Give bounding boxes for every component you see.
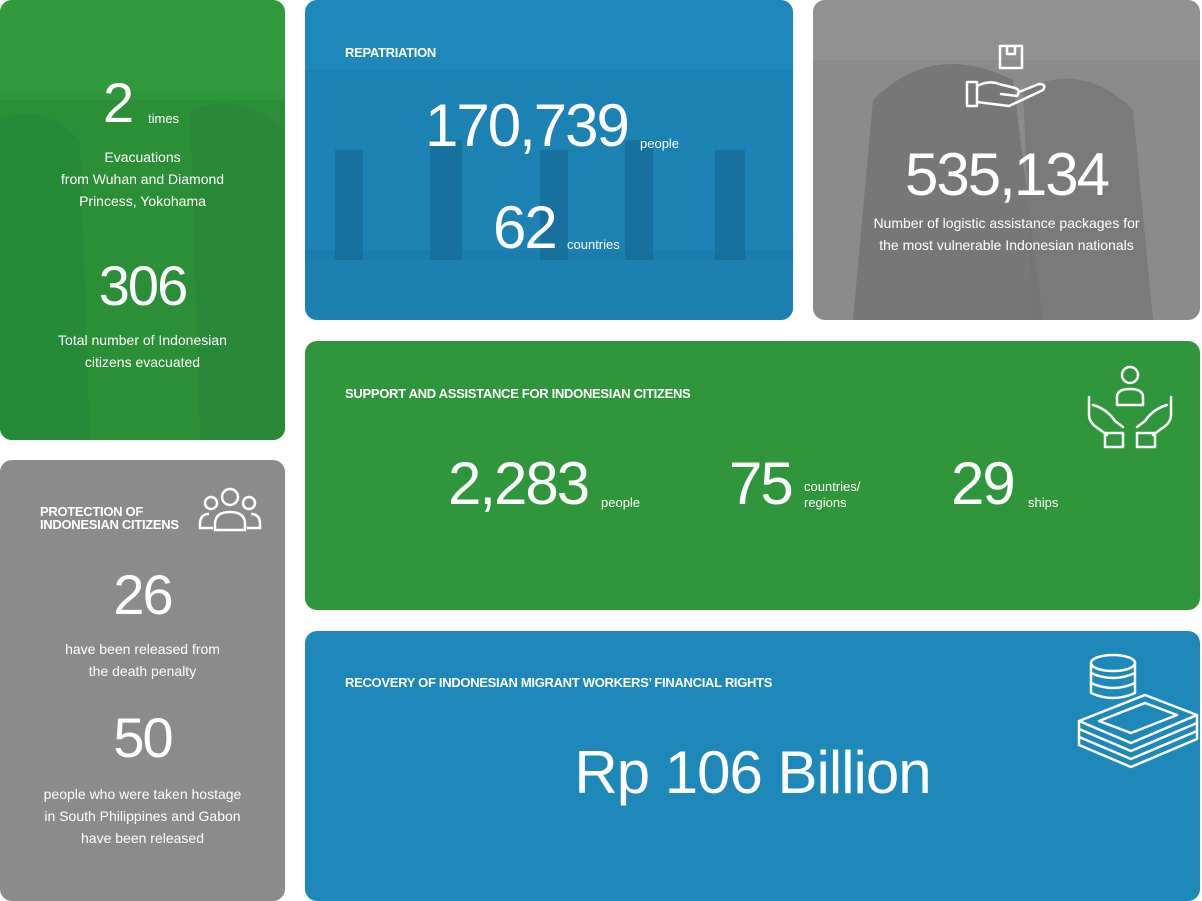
support-countries-unit: countries/ regions [804,479,861,510]
hands-care-person-icon [1087,365,1173,449]
support-countries: 75 [729,450,794,517]
evacuation-background-photo [0,0,285,440]
protection-title: PROTECTION OF INDONESIAN CITIZENS [40,504,179,532]
support-card: SUPPORT AND ASSISTANCE FOR INDONESIAN CI… [305,341,1200,610]
evacuation-desc: Evacuations from Wuhan and Diamond Princ… [60,149,225,209]
evacuation-count: 2 [103,71,134,134]
evacuation-count-unit: times [148,111,180,126]
logistics-card: 535,134 Number of logistic assistance pa… [813,0,1200,320]
financial-title: RECOVERY OF INDONESIAN MIGRANT WORKERS’ … [345,675,773,690]
repatriation-title: REPATRIATION [345,45,437,60]
repatriation-countries: 62 [493,194,558,261]
repatriation-card: REPATRIATION 170,739 people 62 countries [305,0,793,320]
support-people-unit: people [601,495,641,510]
support-ships-unit: ships [1028,495,1059,510]
financial-value: Rp 106 Billion [574,739,931,806]
protection-hostages: 50 [113,706,173,769]
hand-package-icon [965,44,1046,108]
logistics-value: 535,134 [905,141,1110,208]
financial-card: RECOVERY OF INDONESIAN MIGRANT WORKERS’ … [305,631,1200,901]
protection-hostages-desc: people who were taken hostage in South P… [43,786,242,846]
repatriation-people: 170,739 [425,92,630,159]
protection-released-desc: have been released from the death penalt… [65,641,220,679]
support-title: SUPPORT AND ASSISTANCE FOR INDONESIAN CI… [345,386,691,401]
logistics-desc: Number of logistic assistance packages f… [873,215,1140,253]
repatriation-countries-unit: countries [567,237,620,252]
support-ships: 29 [951,450,1016,517]
evacuation-card: 2 times Evacuations from Wuhan and Diamo… [0,0,285,440]
support-people: 2,283 [448,450,590,517]
group-people-icon [198,487,262,532]
repatriation-people-unit: people [640,136,680,151]
evacuation-total: 306 [98,254,188,317]
protection-released: 26 [113,563,173,626]
protection-card: PROTECTION OF INDONESIAN CITIZENS 26 hav… [0,460,285,901]
evacuation-total-desc: Total number of Indonesian citizens evac… [58,332,227,370]
